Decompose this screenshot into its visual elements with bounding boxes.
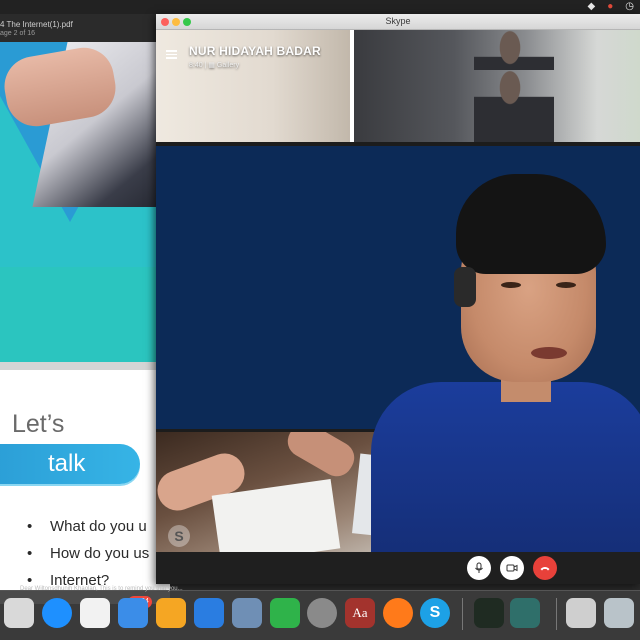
skype-titlebar[interactable]: Skype xyxy=(156,14,640,30)
skype-icon[interactable]: S xyxy=(420,598,450,628)
textedit-icon[interactable] xyxy=(80,598,110,628)
view-mode[interactable]: Gallery xyxy=(217,62,239,69)
end-call-button[interactable] xyxy=(533,556,557,580)
talk-label: talk xyxy=(48,450,86,477)
toggle-video-button[interactable] xyxy=(500,556,524,580)
menu-bar: ◆ ● ◷ xyxy=(0,0,640,14)
launchpad-icon[interactable] xyxy=(4,598,34,628)
participant-tile[interactable] xyxy=(354,30,640,70)
safari-icon[interactable] xyxy=(42,598,72,628)
pdf-viewer-window: 4 The Internet(1).pdf age 2 of 16 Let’s … xyxy=(0,14,170,604)
desktop: ◆ ● ◷ 4 The Internet(1).pdf age 2 of 16 … xyxy=(0,0,640,640)
pages-icon[interactable] xyxy=(156,598,186,628)
hamburger-menu-icon[interactable] xyxy=(166,50,177,59)
pdf-page-indicator: age 2 of 16 xyxy=(0,30,36,37)
pdf-title: 4 The Internet(1).pdf xyxy=(0,20,73,29)
window-title: Skype xyxy=(385,16,411,26)
document-thumbnail-icon[interactable] xyxy=(566,598,596,628)
mail-icon[interactable] xyxy=(118,598,148,628)
system-preferences-icon[interactable] xyxy=(307,598,337,628)
slide-divider xyxy=(0,362,170,370)
gallery-icon: ▦ xyxy=(208,62,215,69)
menu-bar-tray: ◆ ● ◷ xyxy=(588,1,634,13)
video-camera-icon xyxy=(506,564,518,572)
end-call-icon xyxy=(540,567,550,571)
microphone-icon xyxy=(475,562,483,573)
keynote-icon[interactable] xyxy=(194,598,224,628)
slide-1-image xyxy=(0,42,170,362)
presentation-thumbnail-icon[interactable] xyxy=(604,598,634,628)
slide-heading: Let’s xyxy=(12,410,65,438)
contact-name: NUR HIDAYAH BADAR xyxy=(189,44,321,58)
firefox-icon[interactable] xyxy=(383,598,413,628)
skype-window: Skype NUR HIDAYAH BADAR 8:40 | ▦ Gallery xyxy=(156,14,640,584)
activity-monitor-icon[interactable] xyxy=(474,598,504,628)
participant-tile[interactable] xyxy=(354,70,640,142)
zoom-app-icon[interactable] xyxy=(510,598,540,628)
call-duration: 8:40 xyxy=(189,62,203,69)
self-view-person xyxy=(371,172,640,552)
notification-snippet: Dear Wiltonsdhunih Khaolan, This is to r… xyxy=(20,586,183,592)
pdf-titlebar[interactable]: 4 The Internet(1).pdf age 2 of 16 xyxy=(0,14,170,42)
dictionary-label: Aa xyxy=(352,605,368,620)
skype-letter: S xyxy=(429,604,441,621)
participant-tiles-row-lower xyxy=(156,70,640,142)
mute-microphone-button[interactable] xyxy=(467,556,491,580)
skype-watermark-icon: S xyxy=(168,525,190,547)
dictionary-icon[interactable]: Aa xyxy=(345,598,375,628)
preview-icon[interactable] xyxy=(232,598,262,628)
dock-separator xyxy=(462,598,463,630)
participant-tile[interactable] xyxy=(156,70,351,142)
call-status: 8:40 | ▦ Gallery xyxy=(189,62,240,69)
headset-icon xyxy=(454,267,476,307)
numbers-icon[interactable] xyxy=(270,598,300,628)
clock-icon[interactable]: ◷ xyxy=(625,1,634,13)
call-controls-bar xyxy=(156,552,640,584)
dropbox-icon[interactable]: ◆ xyxy=(588,1,596,13)
slide-2: Let’s talk What do you u How do you us I… xyxy=(0,370,170,604)
dock-separator xyxy=(556,598,557,630)
location-icon[interactable]: ● xyxy=(607,1,613,13)
